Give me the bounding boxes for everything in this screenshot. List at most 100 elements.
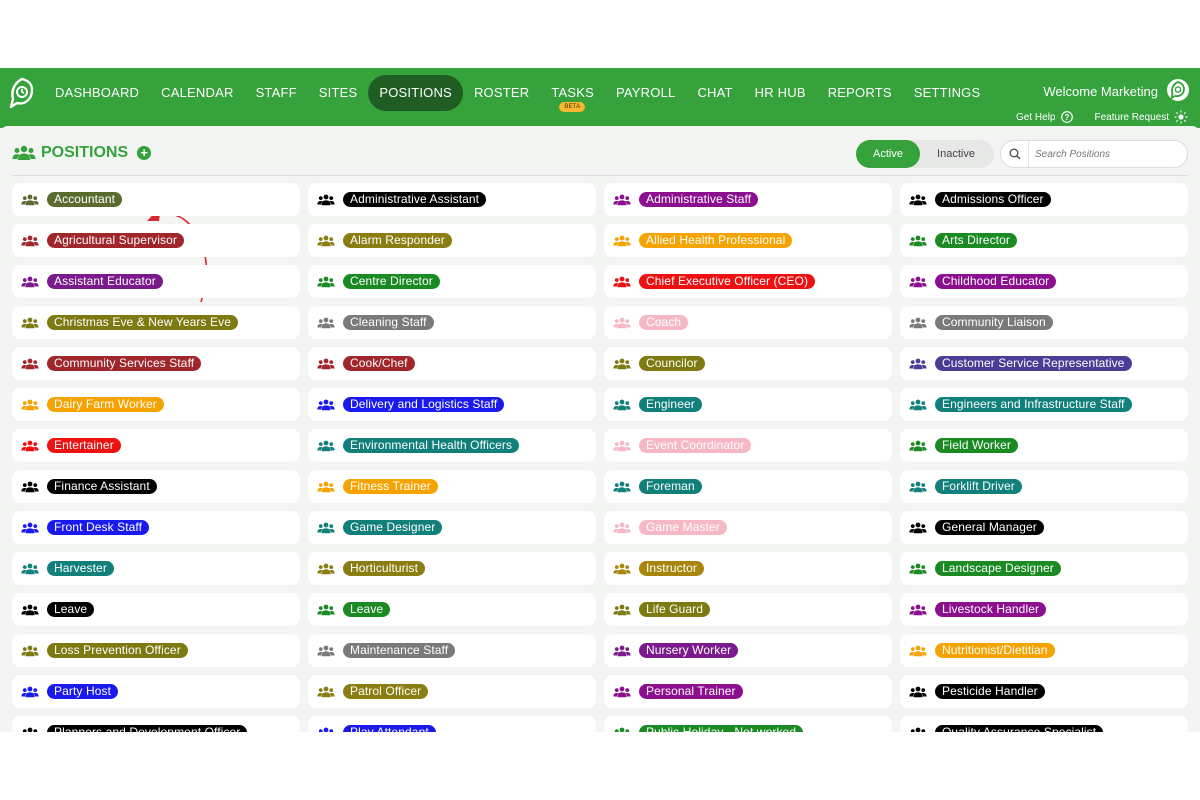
position-card[interactable]: Coach: [604, 306, 892, 339]
position-card[interactable]: Forklift Driver: [900, 470, 1188, 503]
position-card[interactable]: Cook/Chef: [308, 347, 596, 380]
nav-item-chat[interactable]: CHAT: [686, 75, 743, 111]
nav-item-reports[interactable]: REPORTS: [817, 75, 903, 111]
people-group-icon: [21, 645, 39, 656]
position-card[interactable]: Community Liaison: [900, 306, 1188, 339]
nav-item-positions[interactable]: POSITIONS: [368, 75, 463, 111]
people-group-icon: [613, 481, 631, 492]
filter-active-button[interactable]: Active: [856, 140, 920, 168]
nav-item-hr-hub[interactable]: HR HUB: [744, 75, 817, 111]
position-card[interactable]: Landscape Designer: [900, 552, 1188, 585]
search-icon[interactable]: [1001, 141, 1029, 167]
position-card[interactable]: Community Services Staff: [12, 347, 300, 380]
nav-item-label: SETTINGS: [913, 85, 981, 100]
position-card[interactable]: Dairy Farm Worker: [12, 388, 300, 421]
position-card[interactable]: Game Master: [604, 511, 892, 544]
people-group-icon: [21, 604, 39, 615]
position-card[interactable]: Engineers and Infrastructure Staff: [900, 388, 1188, 421]
position-card[interactable]: Administrative Staff: [604, 183, 892, 216]
position-card[interactable]: Quality Assurance Specialist: [900, 716, 1188, 732]
position-card[interactable]: Administrative Assistant: [308, 183, 596, 216]
position-card[interactable]: Entertainer: [12, 429, 300, 462]
position-label: Administrative Assistant: [343, 192, 487, 207]
position-label: Administrative Staff: [639, 192, 759, 207]
nav-item-payroll[interactable]: PAYROLL: [605, 75, 686, 111]
filter-inactive-button[interactable]: Inactive: [920, 140, 992, 168]
user-avatar-icon[interactable]: [1166, 78, 1190, 102]
position-card[interactable]: Pesticide Handler: [900, 675, 1188, 708]
position-card[interactable]: Patrol Officer: [308, 675, 596, 708]
position-card[interactable]: Maintenance Staff: [308, 634, 596, 667]
position-card[interactable]: Agricultural Supervisor: [12, 224, 300, 257]
position-card[interactable]: Cleaning Staff: [308, 306, 596, 339]
position-card[interactable]: Allied Health Professional: [604, 224, 892, 257]
people-group-icon: [909, 235, 927, 246]
position-card[interactable]: Personal Trainer: [604, 675, 892, 708]
people-group-icon: [317, 686, 335, 697]
position-card[interactable]: Leave: [12, 593, 300, 626]
position-card[interactable]: Party Host: [12, 675, 300, 708]
people-group-icon: [910, 727, 926, 732]
position-card[interactable]: Arts Director: [900, 224, 1188, 257]
position-card[interactable]: Nutritionist/Dietitian: [900, 634, 1188, 667]
position-card[interactable]: Instructor: [604, 552, 892, 585]
position-card[interactable]: Nursery Worker: [604, 634, 892, 667]
feature-request-link[interactable]: Feature Request: [1095, 110, 1189, 124]
position-card[interactable]: Livestock Handler: [900, 593, 1188, 626]
position-card[interactable]: Life Guard: [604, 593, 892, 626]
position-card[interactable]: Harvester: [12, 552, 300, 585]
add-position-button[interactable]: +: [137, 146, 152, 160]
position-card[interactable]: Fitness Trainer: [308, 470, 596, 503]
nav-item-staff[interactable]: STAFF: [245, 75, 308, 111]
position-card[interactable]: Childhood Educator: [900, 265, 1188, 298]
app-logo-icon[interactable]: [8, 77, 36, 109]
people-group-icon: [317, 440, 335, 451]
people-group-icon: [21, 440, 39, 451]
people-group-icon: [21, 399, 39, 410]
nav-item-dashboard[interactable]: DASHBOARD: [44, 75, 150, 111]
position-card[interactable]: Chief Executive Officer (CEO): [604, 265, 892, 298]
position-label: Fitness Trainer: [343, 479, 438, 494]
position-label: Public Holiday - Not worked: [639, 725, 804, 732]
nav-item-sites[interactable]: SITES: [308, 75, 369, 111]
position-card[interactable]: Admissions Officer: [900, 183, 1188, 216]
position-card[interactable]: Front Desk Staff: [12, 511, 300, 544]
nav-item-calendar[interactable]: CALENDAR: [150, 75, 244, 111]
nav-item-tasks[interactable]: TASKS BETA: [540, 75, 605, 112]
nav-item-roster[interactable]: ROSTER: [463, 75, 540, 111]
position-label: Engineers and Infrastructure Staff: [935, 397, 1132, 412]
people-group-icon: [21, 563, 39, 574]
search-input[interactable]: [1029, 148, 1179, 160]
app-window: DASHBOARD CALENDAR STAFF SITES POSITIONS ROST…: [0, 68, 1200, 732]
position-card[interactable]: Councilor: [604, 347, 892, 380]
position-card[interactable]: Game Designer: [308, 511, 596, 544]
position-label: Life Guard: [639, 602, 711, 617]
position-card[interactable]: Play Attendant: [308, 716, 596, 732]
position-card[interactable]: Public Holiday - Not worked: [604, 716, 892, 732]
position-card[interactable]: Centre Director: [308, 265, 596, 298]
position-card[interactable]: Assistant Educator: [12, 265, 300, 298]
position-card[interactable]: Leave: [308, 593, 596, 626]
position-card[interactable]: Environmental Health Officers: [308, 429, 596, 462]
position-card[interactable]: General Manager: [900, 511, 1188, 544]
position-card[interactable]: Christmas Eve & New Years Eve: [12, 306, 300, 339]
position-card[interactable]: Field Worker: [900, 429, 1188, 462]
position-card[interactable]: Customer Service Representative: [900, 347, 1188, 380]
position-card[interactable]: Alarm Responder: [308, 224, 596, 257]
get-help-link[interactable]: Get Help ?: [1016, 110, 1073, 124]
position-card[interactable]: Loss Prevention Officer: [12, 634, 300, 667]
position-card[interactable]: Finance Assistant: [12, 470, 300, 503]
people-group-icon: [613, 399, 631, 410]
position-label: Councilor: [639, 356, 705, 371]
position-card[interactable]: Engineer: [604, 388, 892, 421]
position-label: Event Coordinator: [639, 438, 752, 453]
position-card[interactable]: Foreman: [604, 470, 892, 503]
people-group-icon: [909, 563, 927, 574]
nav-item-settings[interactable]: SETTINGS: [903, 75, 992, 111]
position-card[interactable]: Planners and Development Officer: [12, 716, 300, 732]
position-label: Childhood Educator: [935, 274, 1057, 289]
position-card[interactable]: Horticulturist: [308, 552, 596, 585]
position-card[interactable]: Accountant: [12, 183, 300, 216]
position-card[interactable]: Delivery and Logistics Staff: [308, 388, 596, 421]
position-card[interactable]: Event Coordinator: [604, 429, 892, 462]
